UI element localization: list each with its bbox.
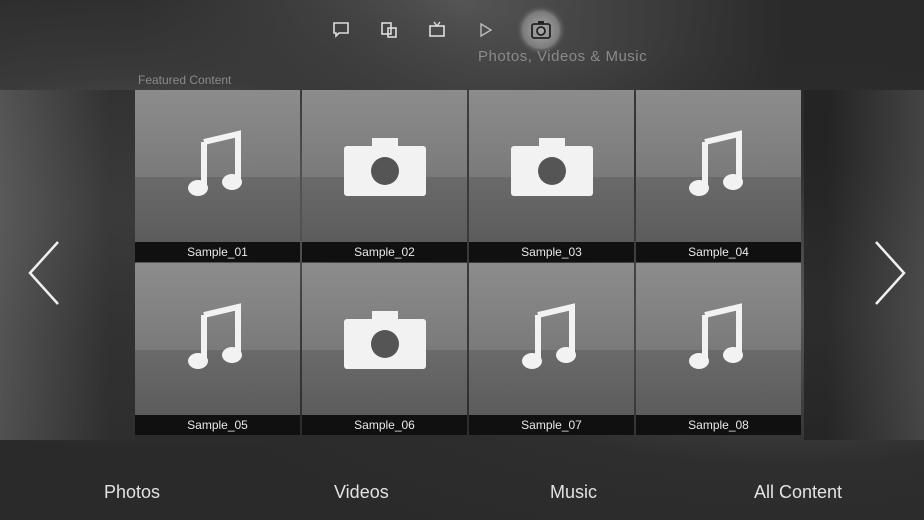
content-tile[interactable]: Sample_08 xyxy=(636,263,801,435)
chevron-left-icon[interactable] xyxy=(24,238,64,308)
music-note-icon xyxy=(187,303,248,378)
content-tile[interactable]: Sample_01 xyxy=(135,90,300,262)
nav-music[interactable]: Music xyxy=(550,482,597,503)
nav-videos[interactable]: Videos xyxy=(334,482,389,503)
music-note-icon xyxy=(187,130,248,205)
bottom-category-nav: Photos Videos Music All Content xyxy=(0,482,924,506)
tv-icon[interactable] xyxy=(426,19,448,41)
content-tile[interactable]: Sample_02 xyxy=(302,90,467,262)
content-tile[interactable]: Sample_04 xyxy=(636,90,801,262)
content-tile[interactable]: Sample_07 xyxy=(469,263,634,435)
camera-icon xyxy=(510,138,593,201)
camera-icon xyxy=(343,311,426,374)
chat-icon[interactable] xyxy=(330,19,352,41)
music-note-icon xyxy=(521,303,582,378)
top-menu-bar xyxy=(330,11,560,49)
content-grid: Sample_01 Sample_02 Sample_03 Sample_04 … xyxy=(135,90,801,435)
camera-icon[interactable] xyxy=(522,11,560,49)
tile-label: Sample_01 xyxy=(135,242,300,262)
music-note-icon xyxy=(688,130,749,205)
content-tile[interactable]: Sample_03 xyxy=(469,90,634,262)
content-tile[interactable]: Sample_05 xyxy=(135,263,300,435)
multiscreen-icon[interactable] xyxy=(378,19,400,41)
nav-all-content[interactable]: All Content xyxy=(754,482,842,503)
tile-label: Sample_04 xyxy=(636,242,801,262)
play-icon[interactable] xyxy=(474,19,496,41)
nav-photos[interactable]: Photos xyxy=(104,482,160,503)
section-label: Featured Content xyxy=(138,73,232,87)
tile-label: Sample_05 xyxy=(135,415,300,435)
tile-label: Sample_02 xyxy=(302,242,467,262)
tile-label: Sample_08 xyxy=(636,415,801,435)
music-note-icon xyxy=(688,303,749,378)
tile-label: Sample_07 xyxy=(469,415,634,435)
tile-label: Sample_06 xyxy=(302,415,467,435)
tile-label: Sample_03 xyxy=(469,242,634,262)
chevron-right-icon[interactable] xyxy=(870,238,910,308)
camera-icon xyxy=(343,138,426,201)
previous-panel-preview xyxy=(0,90,136,440)
content-tile[interactable]: Sample_06 xyxy=(302,263,467,435)
page-title: Photos, Videos & Music xyxy=(478,48,648,65)
